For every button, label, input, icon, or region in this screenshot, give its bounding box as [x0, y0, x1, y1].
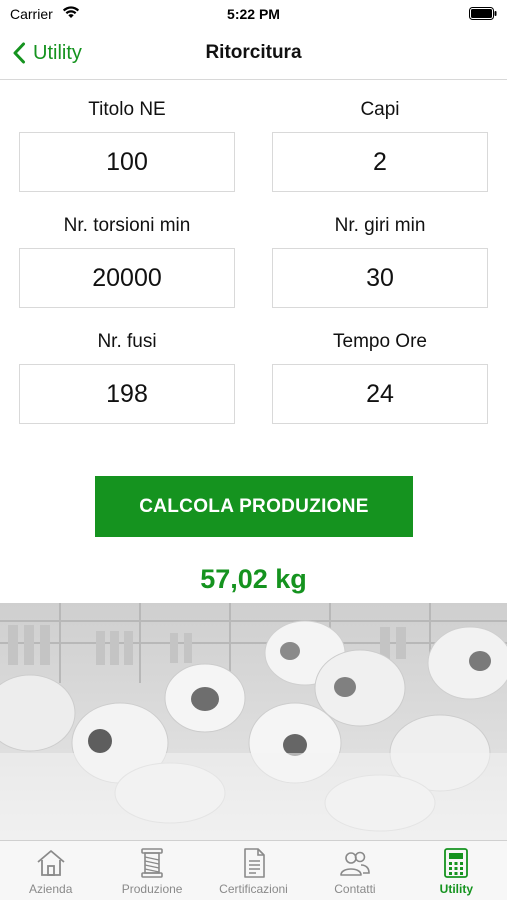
tab-certificazioni[interactable]: Certificazioni	[203, 841, 304, 900]
result-value: 57,02 kg	[200, 564, 307, 594]
people-icon	[340, 851, 370, 876]
status-bar: Carrier 5:22 PM	[0, 0, 507, 28]
calculator-icon	[444, 848, 469, 878]
giri-input[interactable]	[272, 248, 488, 308]
calcola-produzione-button[interactable]: CALCOLA PRODUZIONE	[95, 476, 413, 537]
tab-label: Azienda	[29, 882, 73, 896]
tab-label: Contatti	[334, 882, 376, 896]
navigation-bar: Utility Ritorcitura	[0, 28, 507, 80]
titolo-ne-input[interactable]	[19, 132, 235, 192]
fusi-label: Nr. fusi	[97, 331, 157, 352]
tempo-ore-input[interactable]	[272, 364, 488, 424]
tab-contatti[interactable]: Contatti	[304, 841, 405, 900]
capi-input[interactable]	[272, 132, 488, 192]
document-icon	[243, 848, 265, 878]
tab-bar: Azienda Produzione Certificazioni Contat…	[0, 840, 507, 900]
titolo-ne-label: Titolo NE	[88, 99, 166, 120]
tab-label: Utility	[439, 882, 473, 896]
giri-label: Nr. giri min	[334, 215, 426, 236]
yarn-spools-photo	[0, 603, 507, 840]
fusi-input[interactable]	[19, 364, 235, 424]
tab-azienda[interactable]: Azienda	[0, 841, 101, 900]
tab-label: Certificazioni	[219, 882, 288, 896]
torsioni-input[interactable]	[19, 248, 235, 308]
clock: 5:22 PM	[227, 6, 280, 22]
battery-icon	[469, 7, 497, 20]
capi-label: Capi	[360, 99, 400, 120]
page-title: Ritorcitura	[205, 42, 302, 63]
spool-icon	[141, 848, 163, 878]
tab-utility[interactable]: Utility	[406, 841, 507, 900]
torsioni-label: Nr. torsioni min	[63, 215, 191, 236]
tab-label: Produzione	[121, 882, 183, 896]
home-icon	[37, 850, 65, 876]
tab-produzione[interactable]: Produzione	[101, 841, 202, 900]
tempo-ore-label: Tempo Ore	[333, 331, 427, 352]
